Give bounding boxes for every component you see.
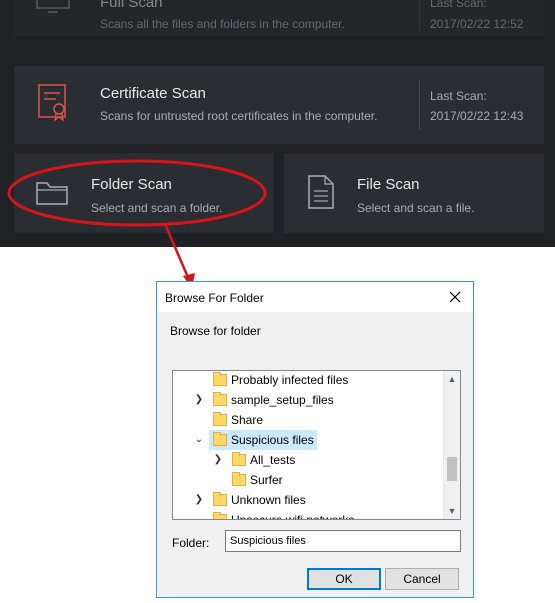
close-icon[interactable] — [445, 287, 465, 307]
full-scan-last-label: Last Scan: — [430, 0, 487, 10]
file-scan-description: Select and scan a file. — [357, 201, 475, 215]
file-icon — [308, 175, 334, 209]
folder-tree[interactable]: Probably infected files ❯ sample_setup_f… — [172, 370, 461, 520]
folder-icon — [213, 432, 227, 446]
ok-button[interactable]: OK — [307, 568, 381, 590]
file-scan-title: File Scan — [357, 176, 420, 193]
full-scan-title: Full Scan — [100, 0, 163, 11]
tree-item-label: Unsecure wifi networks — [231, 513, 355, 520]
tree-item-label: Unknown files — [231, 493, 306, 507]
certificate-scan-divider — [419, 80, 420, 130]
folder-icon — [213, 392, 227, 406]
folder-icon — [232, 452, 246, 466]
chevron-right-icon[interactable]: ❯ — [213, 450, 223, 470]
folder-scan-title: Folder Scan — [91, 176, 172, 193]
full-scan-divider — [419, 0, 420, 30]
dialog-body: Browse for folder Probably infected file… — [158, 312, 473, 597]
certificate-scan-description: Scans for untrusted root certificates in… — [100, 109, 378, 123]
folder-icon — [213, 492, 227, 506]
folder-icon — [213, 372, 227, 386]
tree-item-label: All_tests — [250, 453, 296, 467]
dialog-title: Browse For Folder — [165, 291, 264, 305]
folder-scan-description: Select and scan a folder. — [91, 201, 223, 215]
tree-item-label: Share — [231, 413, 264, 427]
certificate-scan-last-value: 2017/02/22 12:43 — [430, 109, 524, 123]
folder-field-label: Folder: — [172, 536, 210, 550]
tree-item-label: Suspicious files — [231, 433, 314, 447]
dialog-prompt: Browse for folder — [170, 324, 261, 338]
browse-folder-dialog: Browse For Folder Browse for folder Prob… — [156, 281, 474, 598]
monitor-icon — [36, 0, 70, 13]
tree-item-label: Probably infected files — [231, 373, 349, 387]
certificate-scan-row[interactable]: Certificate Scan Scans for untrusted roo… — [14, 66, 544, 144]
full-scan-description: Scans all the files and folders in the c… — [100, 17, 345, 31]
certificate-scan-last-label: Last Scan: — [430, 89, 487, 103]
folder-icon — [213, 412, 227, 426]
scrollbar-thumb[interactable] — [447, 457, 457, 481]
scroll-up-icon[interactable]: ▲ — [444, 371, 460, 387]
tree-item-label: Surfer — [250, 473, 283, 487]
folder-scan-tile[interactable]: Folder Scan Select and scan a folder. — [14, 153, 274, 233]
chevron-right-icon[interactable]: ❯ — [194, 390, 204, 410]
file-scan-tile[interactable]: File Scan Select and scan a file. — [284, 153, 544, 233]
chevron-right-icon[interactable]: ❯ — [194, 490, 204, 510]
full-scan-row[interactable]: Full Scan Scans all the files and folder… — [14, 0, 544, 36]
scroll-down-icon[interactable]: ▼ — [444, 503, 460, 519]
full-scan-last-value: 2017/02/22 12:52 — [430, 17, 524, 31]
folder-field[interactable]: Suspicious files — [225, 530, 461, 552]
tree-scrollbar[interactable]: ▲ ▼ — [443, 371, 460, 519]
tree-item-selected[interactable]: Suspicious files — [209, 430, 317, 450]
certificate-icon — [38, 84, 66, 122]
chevron-down-icon[interactable]: ⌄ — [194, 430, 204, 450]
cancel-button[interactable]: Cancel — [385, 568, 459, 590]
folder-icon — [213, 512, 227, 519]
certificate-scan-title: Certificate Scan — [100, 85, 206, 102]
folder-icon — [36, 182, 68, 205]
tree-item-label: sample_setup_files — [231, 393, 334, 407]
scan-panel: Full Scan Scans all the files and folder… — [0, 0, 555, 247]
folder-icon — [232, 472, 246, 486]
